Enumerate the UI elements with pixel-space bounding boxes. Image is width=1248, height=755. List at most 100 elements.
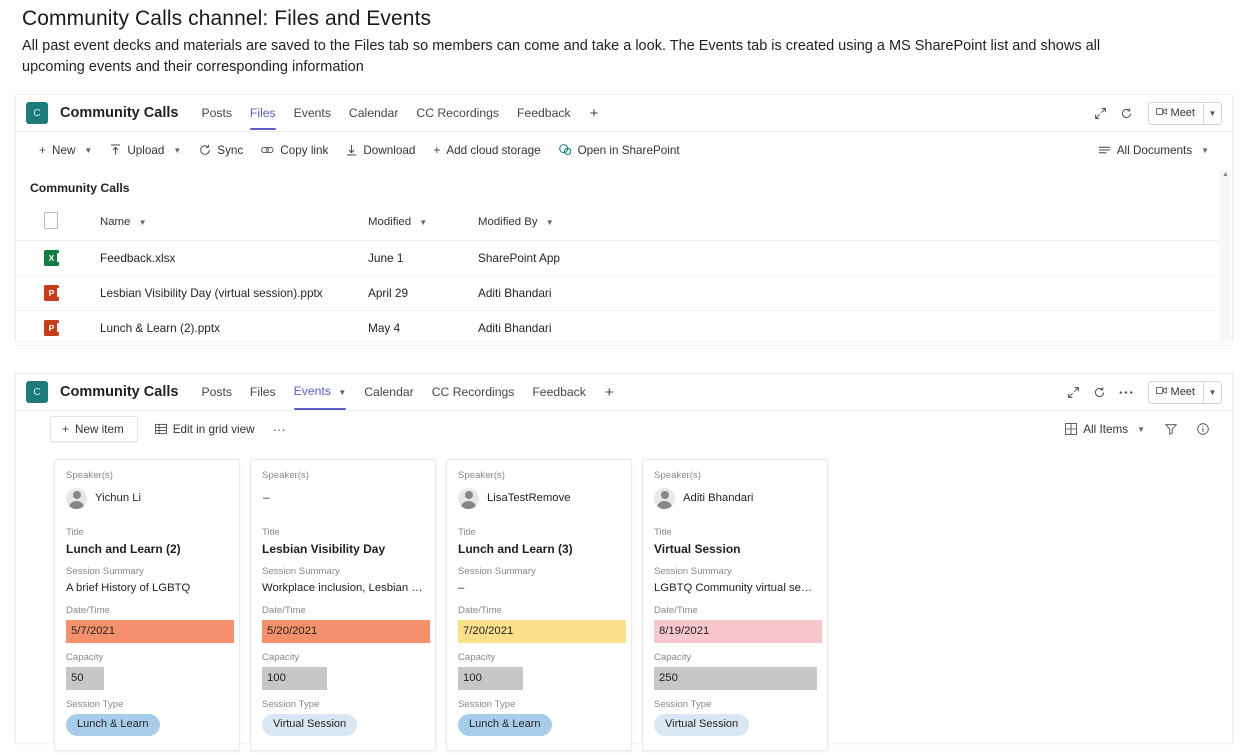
more-commands-button[interactable]: ··· [264, 418, 295, 441]
meet-button[interactable]: Meet ▼ [1147, 380, 1222, 404]
event-card[interactable]: Speaker(s) – Title Lesbian Visibility Da… [250, 459, 436, 751]
breadcrumb[interactable]: Community Calls [16, 168, 1232, 195]
copy-link-button-label: Copy link [280, 143, 329, 157]
chevron-down-icon: ▼ [1201, 145, 1209, 155]
chevron-down-icon: ▼ [173, 145, 182, 155]
tab-label: Calendar [348, 106, 399, 120]
sync-button[interactable]: Sync [190, 140, 252, 161]
file-name[interactable]: Lunch & Learn (2).pptx [100, 310, 368, 346]
files-scrollbar[interactable]: ▲ [1220, 169, 1231, 340]
summary-label: Session Summary [458, 566, 536, 577]
sharepoint-icon [558, 144, 572, 156]
table-header-row: Name ▼ Modified ▼ Modified By ▼ [16, 206, 1232, 241]
tab-label: CC Recordings [416, 106, 500, 120]
tab-feedback[interactable]: Feedback [523, 374, 595, 410]
file-name[interactable]: Feedback.xlsx [100, 240, 368, 276]
summary-label: Session Summary [66, 566, 144, 577]
event-capacity: 50 [66, 667, 104, 690]
info-icon [1197, 423, 1209, 435]
add-tab-button[interactable]: + [580, 101, 609, 126]
tab-files[interactable]: Files [241, 95, 285, 131]
plus-icon: + [62, 422, 70, 436]
expand-icon[interactable] [1067, 386, 1080, 399]
tab-posts[interactable]: Posts [192, 95, 240, 131]
table-row[interactable]: X Feedback.xlsx June 1 SharePoint App [16, 240, 1232, 276]
edit-in-grid-view-button[interactable]: Edit in grid view [146, 419, 264, 440]
tab-label: Posts [201, 106, 232, 120]
file-modified-by: SharePoint App [478, 240, 1232, 276]
file-name[interactable]: Lesbian Visibility Day (virtual session)… [100, 275, 368, 311]
filter-button[interactable] [1156, 419, 1186, 439]
session-type-badge: Lunch & Learn [66, 714, 160, 736]
event-capacity: 100 [262, 667, 327, 690]
events-tab-strip: Posts Files Events ▼ Calendar CC Recordi… [192, 373, 623, 411]
document-icon [44, 212, 58, 229]
title-label: Title [654, 527, 672, 538]
grid-icon [154, 423, 167, 435]
tab-events[interactable]: Events ▼ [285, 373, 356, 411]
meet-button-main[interactable]: Meet [1149, 382, 1203, 403]
summary-field: Session Summary LGBTQ Community virtual … [654, 566, 816, 596]
events-view-controls: All Items ▼ [1056, 419, 1218, 440]
capacity-label: Capacity [66, 652, 104, 663]
add-cloud-storage-button[interactable]: + Add cloud storage [424, 139, 549, 161]
tab-cc-recordings[interactable]: CC Recordings [423, 374, 524, 410]
upload-icon [110, 144, 121, 156]
copy-link-button[interactable]: Copy link [252, 140, 337, 161]
meet-button-main[interactable]: Meet [1149, 103, 1203, 124]
file-modified-by: Aditi Bhandari [478, 275, 1232, 311]
speaker-name: Aditi Bhandari [683, 492, 754, 504]
speakers-label: Speaker(s) [458, 470, 505, 481]
capacity-field: Capacity 250 [654, 652, 817, 690]
filter-icon [1165, 423, 1177, 435]
slide-header: Community Calls channel: Files and Event… [0, 0, 1248, 78]
camera-icon [1155, 386, 1167, 398]
tab-label: Events [293, 384, 331, 398]
tab-calendar[interactable]: Calendar [355, 374, 422, 410]
event-title: Virtual Session [654, 542, 741, 556]
table-row[interactable]: P Lesbian Visibility Day (virtual sessio… [16, 275, 1232, 311]
view-selector-all-documents[interactable]: All Documents ▼ [1089, 140, 1218, 161]
title-label: Title [66, 527, 84, 538]
table-row[interactable]: P Lunch & Learn (2).pptx May 4 Aditi Bha… [16, 310, 1232, 346]
view-selector-all-items[interactable]: All Items ▼ [1056, 419, 1154, 440]
speaker-row: – [262, 485, 424, 511]
tab-files[interactable]: Files [241, 374, 285, 410]
upload-button[interactable]: Upload ▼ [101, 140, 190, 161]
meet-button[interactable]: Meet ▼ [1147, 101, 1222, 125]
scroll-up-icon[interactable]: ▲ [1222, 171, 1229, 178]
download-button[interactable]: Download [337, 140, 424, 161]
tab-calendar[interactable]: Calendar [340, 95, 407, 131]
column-header-label: Modified [368, 216, 412, 228]
chevron-down-icon[interactable]: ▼ [338, 388, 346, 397]
event-card[interactable]: Speaker(s) Aditi Bhandari Title Virtual … [642, 459, 828, 751]
session-type-label: Session Type [654, 699, 712, 710]
more-options-icon[interactable] [1119, 390, 1133, 395]
title-field: Title Virtual Session [654, 527, 816, 557]
column-header-label: Name [100, 216, 131, 228]
page-subtitle: All past event decks and materials are s… [22, 38, 1101, 76]
expand-icon[interactable] [1094, 107, 1107, 120]
add-tab-button[interactable]: + [595, 380, 624, 405]
new-item-button[interactable]: + New item [50, 416, 138, 442]
event-card[interactable]: Speaker(s) LisaTestRemove Title Lunch an… [446, 459, 632, 751]
tab-events[interactable]: Events [285, 95, 340, 131]
event-card[interactable]: Speaker(s) Yichun Li Title Lunch and Lea… [54, 459, 240, 751]
title-label: Title [262, 527, 280, 538]
refresh-icon[interactable] [1120, 107, 1133, 120]
new-button[interactable]: + New ▼ [30, 139, 101, 161]
meet-dropdown-toggle[interactable]: ▼ [1203, 381, 1221, 403]
tab-cc-recordings[interactable]: CC Recordings [407, 95, 508, 131]
refresh-icon[interactable] [1093, 386, 1106, 399]
column-header-modified-by[interactable]: Modified By ▼ [478, 206, 1232, 241]
column-header-modified[interactable]: Modified ▼ [368, 206, 478, 241]
open-in-sharepoint-button[interactable]: Open in SharePoint [550, 140, 689, 161]
meet-dropdown-toggle[interactable]: ▼ [1203, 102, 1221, 124]
info-button[interactable] [1188, 419, 1218, 439]
tab-posts[interactable]: Posts [192, 374, 240, 410]
capacity-field: Capacity 100 [458, 652, 620, 690]
tab-feedback[interactable]: Feedback [508, 95, 580, 131]
column-header-file-icon [16, 206, 100, 241]
column-header-name[interactable]: Name ▼ [100, 206, 368, 241]
title-label: Title [458, 527, 476, 538]
